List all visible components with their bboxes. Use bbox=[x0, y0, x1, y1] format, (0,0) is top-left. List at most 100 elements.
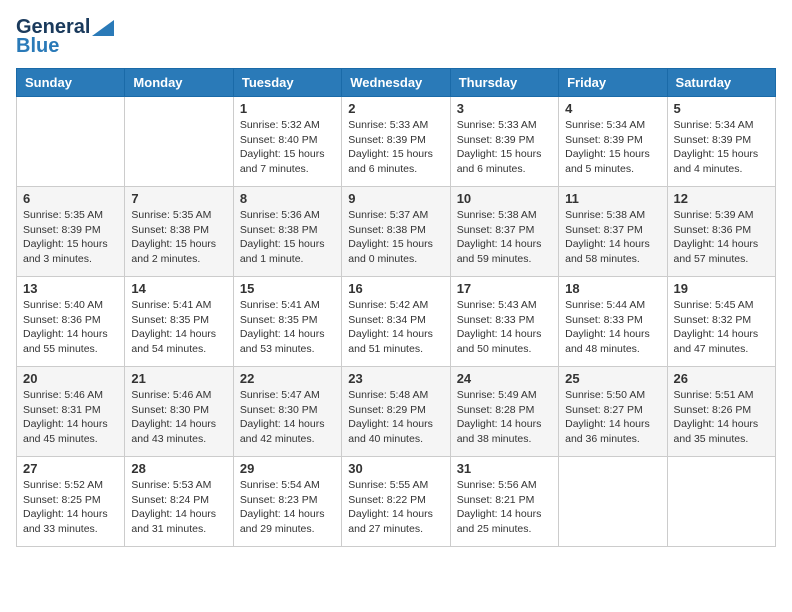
logo: General Blue bbox=[16, 16, 114, 58]
day-number: 18 bbox=[565, 281, 660, 296]
day-number: 4 bbox=[565, 101, 660, 116]
calendar-day-cell: 12Sunrise: 5:39 AM Sunset: 8:36 PM Dayli… bbox=[667, 187, 775, 277]
day-info: Sunrise: 5:53 AM Sunset: 8:24 PM Dayligh… bbox=[131, 478, 226, 537]
day-info: Sunrise: 5:52 AM Sunset: 8:25 PM Dayligh… bbox=[23, 478, 118, 537]
weekday-header: Sunday bbox=[17, 69, 125, 97]
day-info: Sunrise: 5:46 AM Sunset: 8:30 PM Dayligh… bbox=[131, 388, 226, 447]
day-number: 12 bbox=[674, 191, 769, 206]
day-number: 27 bbox=[23, 461, 118, 476]
calendar-day-cell bbox=[125, 97, 233, 187]
day-info: Sunrise: 5:50 AM Sunset: 8:27 PM Dayligh… bbox=[565, 388, 660, 447]
calendar-day-cell: 3 Sunrise: 5:33 AM Sunset: 8:39 PM Daylig… bbox=[450, 97, 558, 187]
day-number: 13 bbox=[23, 281, 118, 296]
day-number: 21 bbox=[131, 371, 226, 386]
day-info: Sunrise: 5:40 AM Sunset: 8:36 PM Dayligh… bbox=[23, 298, 118, 357]
calendar-day-cell: 13 Sunrise: 5:40 AM Sunset: 8:36 PM Dayli… bbox=[17, 277, 125, 367]
day-info: Sunrise: 5:38 AM Sunset: 8:37 PM Dayligh… bbox=[457, 208, 552, 267]
day-info: Sunrise: 5:48 AM Sunset: 8:29 PM Dayligh… bbox=[348, 388, 443, 447]
day-info: Sunrise: 5:49 AM Sunset: 8:28 PM Dayligh… bbox=[457, 388, 552, 447]
day-number: 6 bbox=[23, 191, 118, 206]
day-number: 3 bbox=[457, 101, 552, 116]
calendar-day-cell: 17 Sunrise: 5:43 AM Sunset: 8:33 PM Dayli… bbox=[450, 277, 558, 367]
calendar-day-cell: 28Sunrise: 5:53 AM Sunset: 8:24 PM Dayli… bbox=[125, 457, 233, 547]
day-info: Sunrise: 5:46 AM Sunset: 8:31 PM Dayligh… bbox=[23, 388, 118, 447]
calendar-day-cell: 29Sunrise: 5:54 AM Sunset: 8:23 PM Dayli… bbox=[233, 457, 341, 547]
calendar-day-cell bbox=[559, 457, 667, 547]
calendar-day-cell: 5 Sunrise: 5:34 AM Sunset: 8:39 PM Daylig… bbox=[667, 97, 775, 187]
calendar-day-cell: 23 Sunrise: 5:48 AM Sunset: 8:29 PM Dayli… bbox=[342, 367, 450, 457]
calendar-day-cell: 19 Sunrise: 5:45 AM Sunset: 8:32 PM Dayli… bbox=[667, 277, 775, 367]
day-info: Sunrise: 5:51 AM Sunset: 8:26 PM Dayligh… bbox=[674, 388, 769, 447]
calendar-day-cell: 16 Sunrise: 5:42 AM Sunset: 8:34 PM Dayli… bbox=[342, 277, 450, 367]
day-number: 7 bbox=[131, 191, 226, 206]
day-info: Sunrise: 5:41 AM Sunset: 8:35 PM Dayligh… bbox=[131, 298, 226, 357]
calendar-table: SundayMondayTuesdayWednesdayThursdayFrid… bbox=[16, 68, 776, 547]
day-info: Sunrise: 5:36 AM Sunset: 8:38 PM Dayligh… bbox=[240, 208, 335, 267]
calendar-day-cell: 2 Sunrise: 5:33 AM Sunset: 8:39 PM Daylig… bbox=[342, 97, 450, 187]
calendar-day-cell bbox=[667, 457, 775, 547]
day-info: Sunrise: 5:37 AM Sunset: 8:38 PM Dayligh… bbox=[348, 208, 443, 267]
calendar-day-cell: 25Sunrise: 5:50 AM Sunset: 8:27 PM Dayli… bbox=[559, 367, 667, 457]
calendar-day-cell: 10 Sunrise: 5:38 AM Sunset: 8:37 PM Dayli… bbox=[450, 187, 558, 277]
day-info: Sunrise: 5:56 AM Sunset: 8:21 PM Dayligh… bbox=[457, 478, 552, 537]
calendar-day-cell: 18 Sunrise: 5:44 AM Sunset: 8:33 PM Dayli… bbox=[559, 277, 667, 367]
day-info: Sunrise: 5:54 AM Sunset: 8:23 PM Dayligh… bbox=[240, 478, 335, 537]
day-number: 22 bbox=[240, 371, 335, 386]
day-info: Sunrise: 5:33 AM Sunset: 8:39 PM Dayligh… bbox=[348, 118, 443, 177]
logo-icon bbox=[92, 20, 114, 36]
day-info: Sunrise: 5:41 AM Sunset: 8:35 PM Dayligh… bbox=[240, 298, 335, 357]
day-number: 11 bbox=[565, 191, 660, 206]
day-number: 2 bbox=[348, 101, 443, 116]
day-info: Sunrise: 5:34 AM Sunset: 8:39 PM Dayligh… bbox=[674, 118, 769, 177]
day-info: Sunrise: 5:47 AM Sunset: 8:30 PM Dayligh… bbox=[240, 388, 335, 447]
calendar-week-row: 27 Sunrise: 5:52 AM Sunset: 8:25 PM Dayli… bbox=[17, 457, 776, 547]
day-number: 8 bbox=[240, 191, 335, 206]
day-info: Sunrise: 5:34 AM Sunset: 8:39 PM Dayligh… bbox=[565, 118, 660, 177]
day-number: 5 bbox=[674, 101, 769, 116]
day-number: 26 bbox=[674, 371, 769, 386]
day-info: Sunrise: 5:45 AM Sunset: 8:32 PM Dayligh… bbox=[674, 298, 769, 357]
day-info: Sunrise: 5:32 AM Sunset: 8:40 PM Dayligh… bbox=[240, 118, 335, 177]
calendar-day-cell: 15 Sunrise: 5:41 AM Sunset: 8:35 PM Dayli… bbox=[233, 277, 341, 367]
calendar-week-row: 20 Sunrise: 5:46 AM Sunset: 8:31 PM Dayli… bbox=[17, 367, 776, 457]
day-number: 1 bbox=[240, 101, 335, 116]
calendar-day-cell: 4 Sunrise: 5:34 AM Sunset: 8:39 PM Daylig… bbox=[559, 97, 667, 187]
day-info: Sunrise: 5:35 AM Sunset: 8:39 PM Dayligh… bbox=[23, 208, 118, 267]
calendar-day-cell: 30Sunrise: 5:55 AM Sunset: 8:22 PM Dayli… bbox=[342, 457, 450, 547]
day-number: 31 bbox=[457, 461, 552, 476]
calendar-day-cell: 6 Sunrise: 5:35 AM Sunset: 8:39 PM Daylig… bbox=[17, 187, 125, 277]
day-info: Sunrise: 5:43 AM Sunset: 8:33 PM Dayligh… bbox=[457, 298, 552, 357]
page-header: General Blue bbox=[16, 16, 776, 58]
calendar-week-row: 1 Sunrise: 5:32 AM Sunset: 8:40 PM Daylig… bbox=[17, 97, 776, 187]
calendar-day-cell: 9Sunrise: 5:37 AM Sunset: 8:38 PM Daylig… bbox=[342, 187, 450, 277]
day-number: 19 bbox=[674, 281, 769, 296]
calendar-day-cell: 21 Sunrise: 5:46 AM Sunset: 8:30 PM Dayli… bbox=[125, 367, 233, 457]
day-number: 14 bbox=[131, 281, 226, 296]
weekday-header: Wednesday bbox=[342, 69, 450, 97]
day-number: 10 bbox=[457, 191, 552, 206]
calendar-day-cell bbox=[17, 97, 125, 187]
calendar-day-cell: 11Sunrise: 5:38 AM Sunset: 8:37 PM Dayli… bbox=[559, 187, 667, 277]
day-info: Sunrise: 5:35 AM Sunset: 8:38 PM Dayligh… bbox=[131, 208, 226, 267]
calendar-day-cell: 31 Sunrise: 5:56 AM Sunset: 8:21 PM Dayli… bbox=[450, 457, 558, 547]
calendar-day-cell: 8 Sunrise: 5:36 AM Sunset: 8:38 PM Daylig… bbox=[233, 187, 341, 277]
calendar-day-cell: 22 Sunrise: 5:47 AM Sunset: 8:30 PM Dayli… bbox=[233, 367, 341, 457]
day-info: Sunrise: 5:33 AM Sunset: 8:39 PM Dayligh… bbox=[457, 118, 552, 177]
calendar-day-cell: 1 Sunrise: 5:32 AM Sunset: 8:40 PM Daylig… bbox=[233, 97, 341, 187]
calendar-day-cell: 20 Sunrise: 5:46 AM Sunset: 8:31 PM Dayli… bbox=[17, 367, 125, 457]
day-number: 16 bbox=[348, 281, 443, 296]
weekday-header: Saturday bbox=[667, 69, 775, 97]
logo-blue: Blue bbox=[16, 35, 59, 58]
day-info: Sunrise: 5:44 AM Sunset: 8:33 PM Dayligh… bbox=[565, 298, 660, 357]
day-info: Sunrise: 5:42 AM Sunset: 8:34 PM Dayligh… bbox=[348, 298, 443, 357]
day-number: 23 bbox=[348, 371, 443, 386]
day-number: 20 bbox=[23, 371, 118, 386]
calendar-day-cell: 26 Sunrise: 5:51 AM Sunset: 8:26 PM Dayli… bbox=[667, 367, 775, 457]
calendar-week-row: 6 Sunrise: 5:35 AM Sunset: 8:39 PM Daylig… bbox=[17, 187, 776, 277]
day-number: 15 bbox=[240, 281, 335, 296]
day-number: 30 bbox=[348, 461, 443, 476]
calendar-day-cell: 27 Sunrise: 5:52 AM Sunset: 8:25 PM Dayli… bbox=[17, 457, 125, 547]
weekday-header: Tuesday bbox=[233, 69, 341, 97]
day-number: 24 bbox=[457, 371, 552, 386]
day-number: 17 bbox=[457, 281, 552, 296]
